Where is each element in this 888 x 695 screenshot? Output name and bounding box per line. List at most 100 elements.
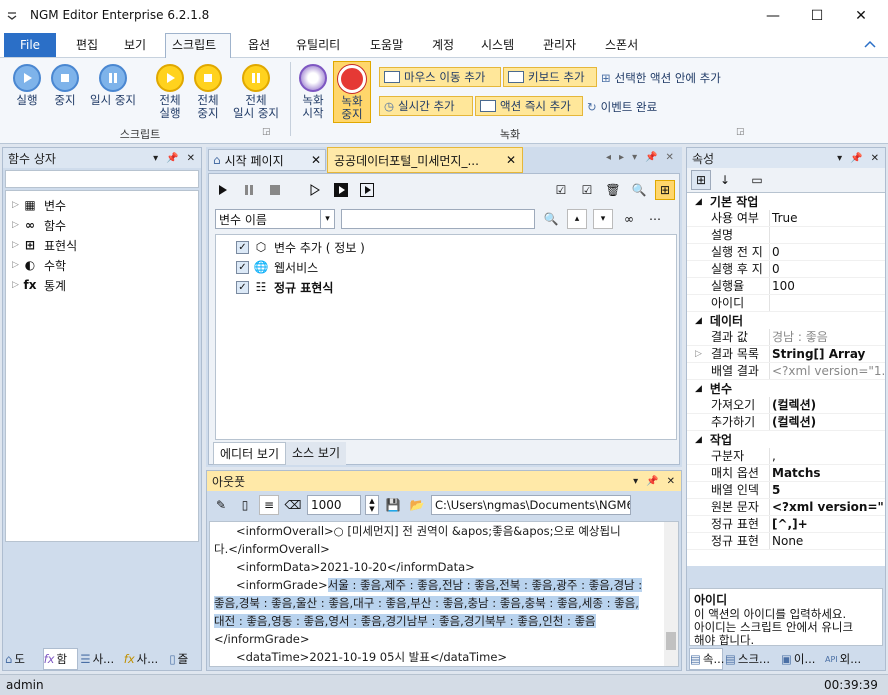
menu-account[interactable]: 계정	[432, 36, 454, 53]
property-row[interactable]: 설명	[687, 227, 885, 244]
property-category[interactable]: ◢ 데이터	[687, 312, 885, 329]
sort-alpha-icon[interactable]: ↓	[715, 170, 735, 190]
save-icon[interactable]: 💾	[383, 495, 403, 515]
property-category[interactable]: ◢ 변수	[687, 380, 885, 397]
output-count-input[interactable]: 1000	[307, 495, 361, 515]
function-tree-item[interactable]: ▷ ⊞ 표현식	[6, 235, 198, 255]
tab-editor-view[interactable]: 에디터 보기	[213, 442, 287, 465]
search-icon[interactable]: 🔍	[629, 180, 649, 200]
expand-arrow-icon[interactable]: ▷	[6, 240, 20, 250]
delete-icon[interactable]: 🗑	[603, 180, 623, 200]
property-row[interactable]: 매치 옵션 Matchs	[687, 465, 885, 482]
menu-edit[interactable]: 편집	[76, 36, 98, 53]
property-row[interactable]: 실행율 100	[687, 278, 885, 295]
run-selection-icon[interactable]	[331, 180, 351, 200]
property-row[interactable]: 실행 전 지 0	[687, 244, 885, 261]
infinite-loop-icon[interactable]: ∞	[619, 209, 639, 229]
add-realtime-button[interactable]: ◷ 실시간 추가	[379, 96, 473, 116]
run-all-button[interactable]: 전체 실행	[153, 64, 187, 120]
checkbox-checked-icon[interactable]: ✓	[236, 260, 249, 274]
tab-user[interactable]: ☰ 사...	[80, 648, 122, 670]
check-icon[interactable]: ☑	[577, 180, 597, 200]
tab-close-icon[interactable]: ✕	[311, 153, 325, 167]
function-tree-item[interactable]: ▷ fx 통계	[6, 275, 198, 295]
property-row[interactable]: 실행 후 지 0	[687, 261, 885, 278]
find-icon[interactable]: 🔍	[541, 209, 561, 229]
scrollbar-thumb[interactable]	[666, 632, 676, 650]
prev-icon[interactable]: ▴	[567, 209, 587, 229]
record-start-button[interactable]: 녹화 시작	[297, 64, 329, 120]
collapse-icon[interactable]: ◢	[695, 316, 702, 326]
menu-admin[interactable]: 관리자	[543, 36, 576, 53]
output-path-input[interactable]: C:\Users\ngmas\Documents\NGM6\	[431, 495, 631, 515]
tab-favorites[interactable]: ▯ 즐	[169, 648, 201, 670]
stop-icon[interactable]	[265, 180, 285, 200]
output-text[interactable]: <informOverall>○ [미세먼지] 전 권역이 &apos;좋음&a…	[209, 521, 679, 667]
close-icon[interactable]: ✕	[871, 153, 879, 164]
checkbox-checked-icon[interactable]: ✓	[236, 280, 249, 294]
property-row[interactable]: 정규 표현 None	[687, 533, 885, 550]
tab-start-page[interactable]: ⌂ 시작 페이지 ✕	[208, 149, 326, 171]
function-tree-item[interactable]: ▷ ∞ 함수	[6, 215, 198, 235]
property-row[interactable]: 원본 문자 <?xml version="1	[687, 499, 885, 516]
dropdown-icon[interactable]: ▾	[153, 153, 158, 164]
function-tree-item[interactable]: ▷ ▦ 변수	[6, 195, 198, 215]
add-in-selected-button[interactable]: ⊞ 선택한 액션 안에 추가	[601, 70, 721, 86]
editor-search-input[interactable]	[341, 209, 535, 229]
maximize-button[interactable]: ☐	[794, 0, 840, 32]
menu-sponsor[interactable]: 스폰서	[605, 36, 638, 53]
menu-help[interactable]: 도움말	[370, 36, 403, 53]
tab-properties[interactable]: ▤ 속...	[689, 648, 724, 670]
property-pages-icon[interactable]: ▭	[747, 170, 767, 190]
categorized-icon[interactable]: ⊞	[691, 170, 711, 190]
check-all-icon[interactable]: ☑	[551, 180, 571, 200]
pause-all-button[interactable]: 전체 일시 중지	[228, 64, 284, 120]
close-icon[interactable]: ✕	[187, 153, 195, 164]
expand-arrow-icon[interactable]: ▷	[6, 220, 20, 230]
action-row[interactable]: ✓ 🌐 웹서비스	[236, 257, 676, 277]
property-row[interactable]: 추가하기 (컬렉션)	[687, 414, 885, 431]
property-row[interactable]: 구분자,	[687, 448, 885, 465]
expand-arrow-icon[interactable]: ▷	[695, 346, 702, 363]
close-button[interactable]: ✕	[838, 0, 884, 32]
property-row[interactable]: 가져오기 (컬렉션)	[687, 397, 885, 414]
menu-system[interactable]: 시스템	[481, 36, 514, 53]
step-icon[interactable]	[305, 180, 325, 200]
add-action-now-button[interactable]: 액션 즉시 추가	[475, 96, 583, 116]
wrap-lines-icon[interactable]: ≡	[259, 495, 279, 515]
more-icon[interactable]: ⋯	[645, 209, 665, 229]
add-keyboard-button[interactable]: 키보드 추가	[503, 67, 597, 87]
collapse-icon[interactable]: ◢	[695, 435, 702, 445]
record-group-launcher-icon[interactable]: ◲	[736, 127, 745, 137]
folder-icon[interactable]: 📂	[407, 495, 427, 515]
tab-user-fx[interactable]: fx 사...	[124, 648, 168, 670]
file-menu[interactable]: File	[4, 33, 56, 57]
collapse-ribbon-icon[interactable]	[864, 38, 876, 52]
variable-select[interactable]: 변수 이름 ▾	[215, 209, 335, 229]
event-done-button[interactable]: ↻ 이벤트 완료	[587, 99, 657, 115]
property-category[interactable]: ◢ 작업	[687, 431, 885, 448]
run-from-here-icon[interactable]	[357, 180, 377, 200]
tab-toolbox[interactable]: ⌂ 도	[5, 648, 41, 670]
dropdown-icon[interactable]: ▾	[633, 476, 638, 487]
run-button[interactable]: 실행	[10, 64, 44, 107]
property-row[interactable]: ▷ 결과 목록 String[] Array	[687, 346, 885, 363]
collapse-icon[interactable]: ◢	[695, 197, 702, 207]
tab-functions[interactable]: fx 함	[42, 648, 79, 670]
stop-all-button[interactable]: 전체 중지	[191, 64, 225, 120]
next-icon[interactable]: ▾	[593, 209, 613, 229]
app-menu-icon[interactable]	[6, 9, 18, 21]
tab-image[interactable]: ▣ 이...	[781, 648, 823, 670]
menu-utility[interactable]: 유틸리티	[296, 36, 340, 53]
output-scrollbar[interactable]	[664, 522, 678, 666]
new-document-icon[interactable]: ▯	[235, 495, 255, 515]
dropdown-icon[interactable]: ▾	[837, 153, 842, 164]
checkbox-checked-icon[interactable]: ✓	[236, 240, 249, 254]
menu-view[interactable]: 보기	[124, 36, 146, 53]
close-doc-icon[interactable]: ✕	[666, 152, 674, 163]
property-row[interactable]: 결과 값 경남 : 좋음	[687, 329, 885, 346]
pause-button[interactable]: 일시 중지	[86, 64, 140, 107]
property-row[interactable]: 배열 인덱 5	[687, 482, 885, 499]
tab-external[interactable]: API 외...	[825, 648, 879, 670]
script-group-launcher-icon[interactable]: ◲	[262, 127, 271, 137]
